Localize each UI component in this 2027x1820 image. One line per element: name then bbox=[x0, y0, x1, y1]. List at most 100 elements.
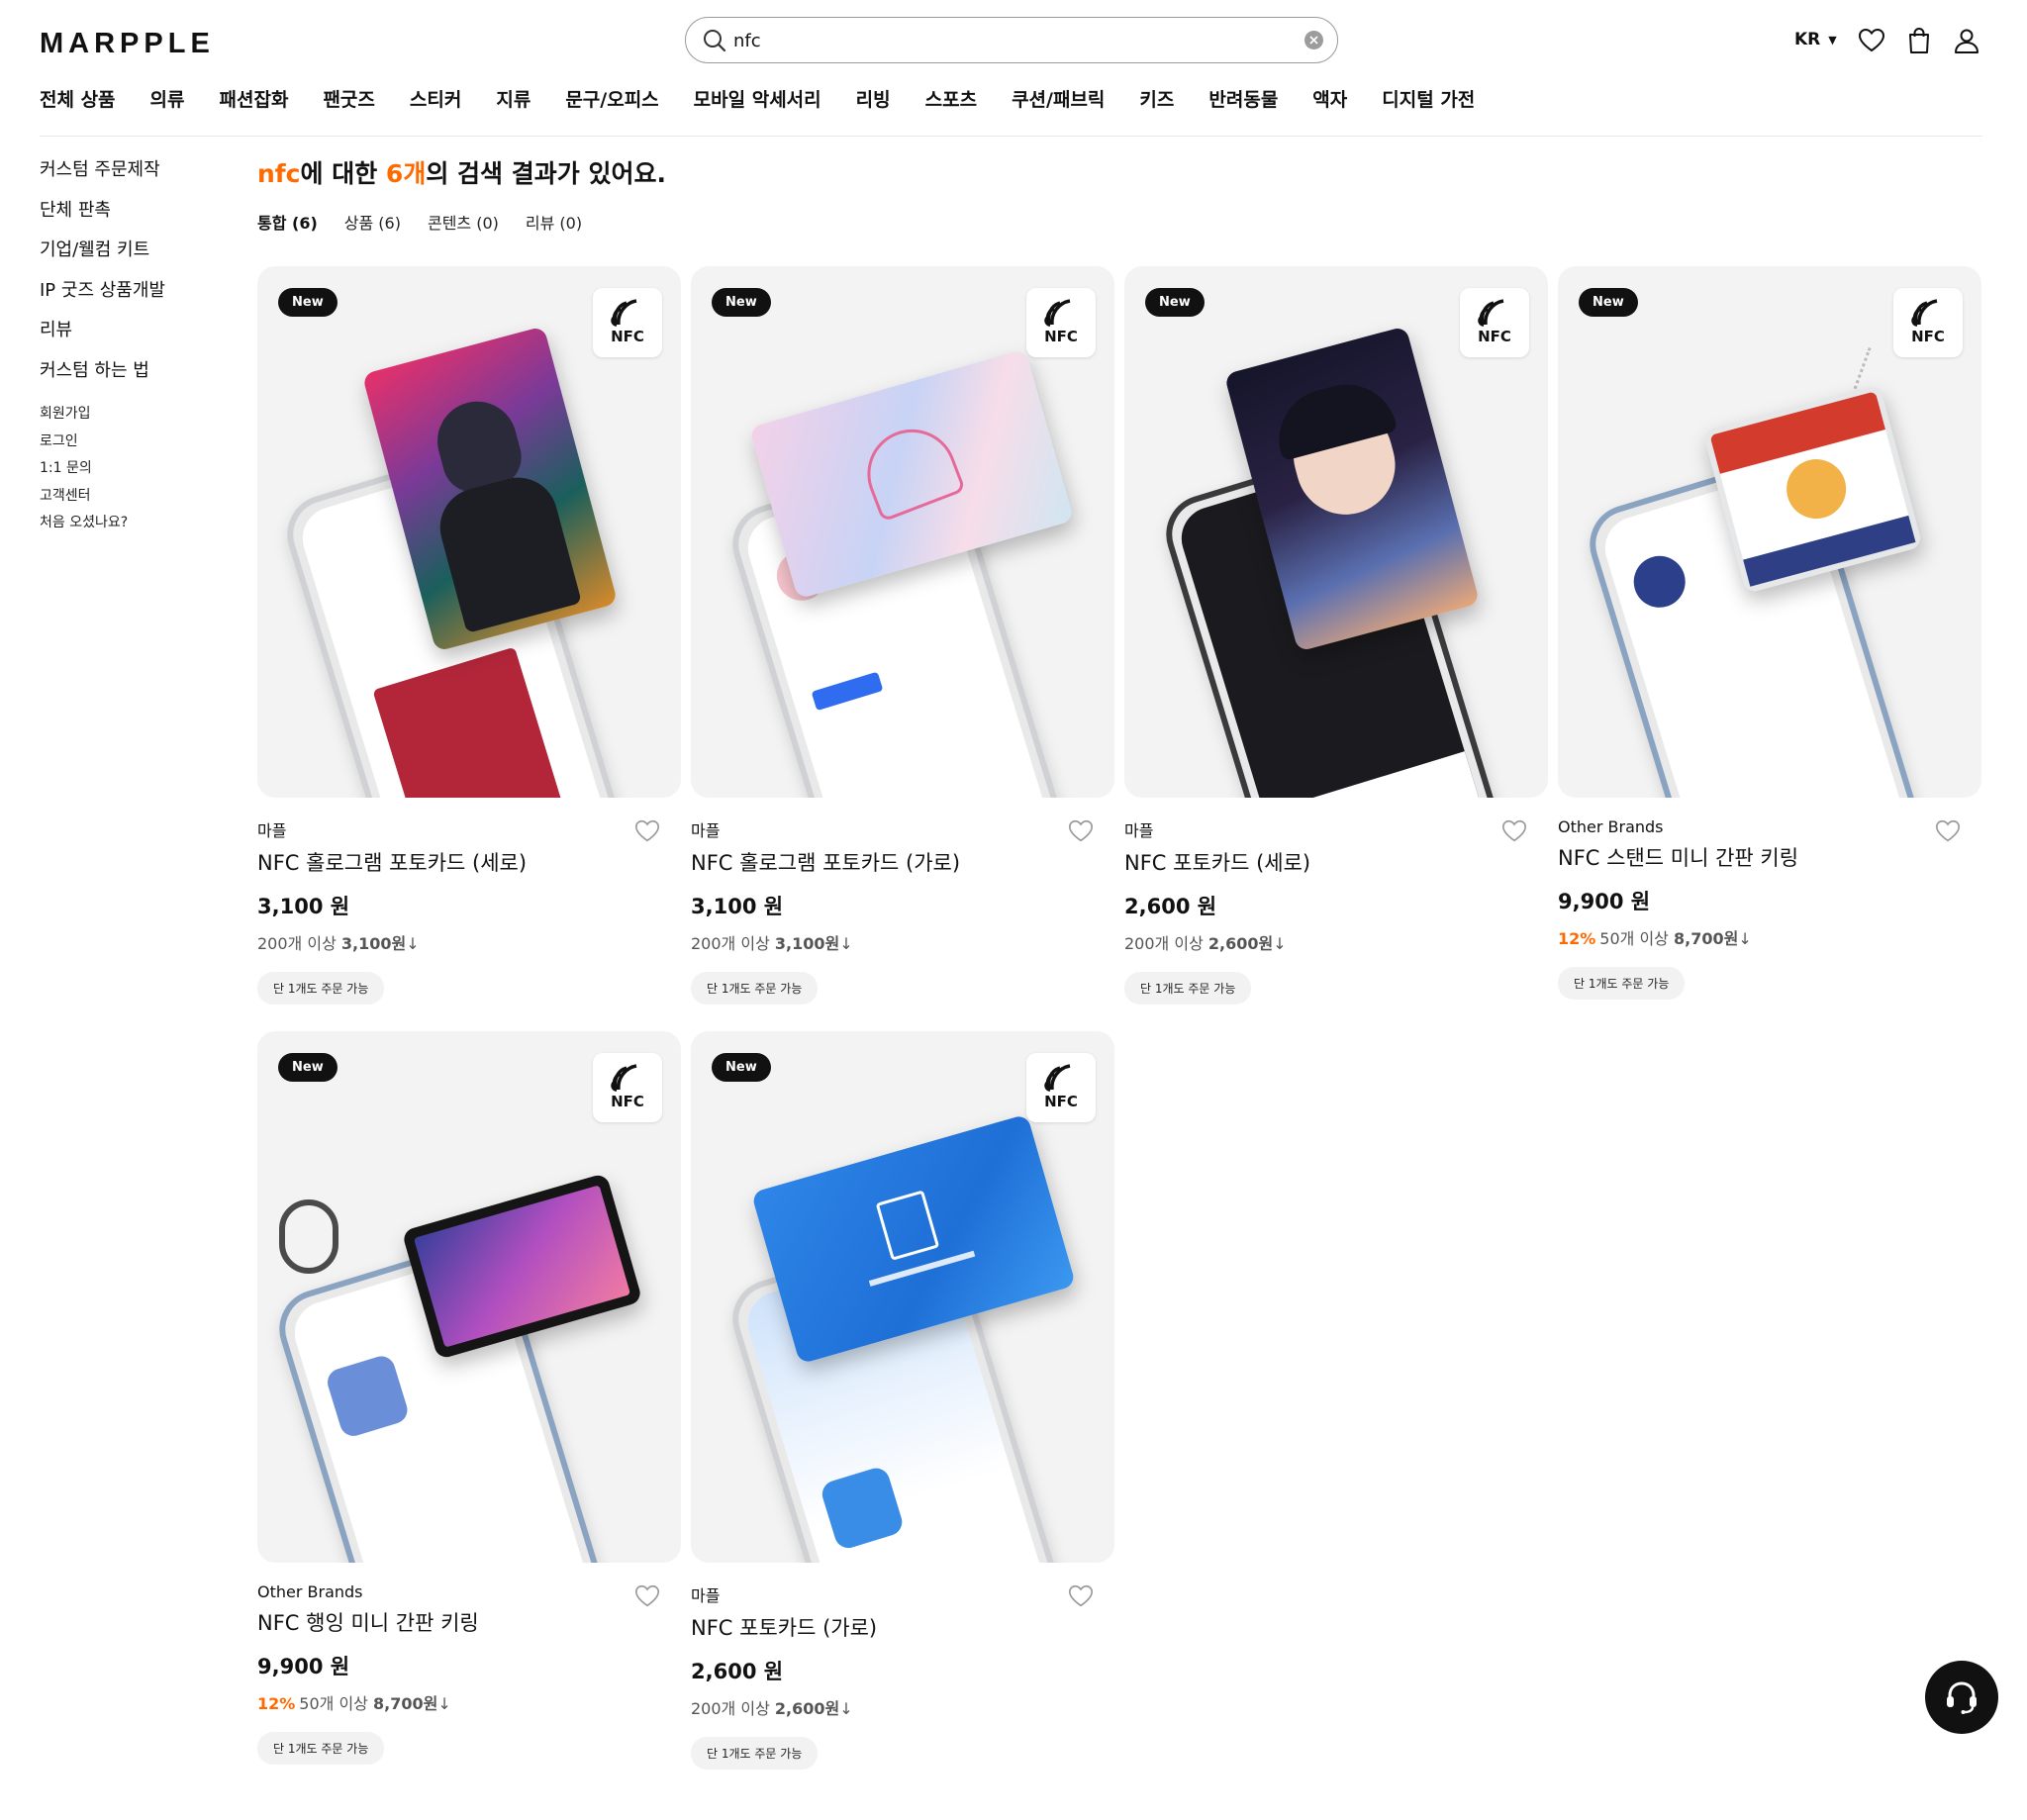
new-badge: New bbox=[278, 288, 338, 317]
sidebar-link-login[interactable]: 로그인 bbox=[40, 431, 128, 459]
arrow-down-icon: ↓ bbox=[437, 1694, 451, 1713]
tab-reviews[interactable]: 리뷰 (0) bbox=[526, 210, 582, 234]
bulk-price: 200개 이상 3,100원↓ bbox=[257, 930, 681, 954]
hanging-keyring bbox=[401, 1172, 643, 1361]
product-name[interactable]: NFC 스탠드 미니 간판 키링 bbox=[1558, 842, 1981, 872]
nav-fan-goods[interactable]: 팬굿즈 bbox=[323, 85, 374, 112]
product-card[interactable]: New NFC Other Brands NFC 스탠드 미니 간판 키링 9,… bbox=[1558, 266, 1981, 1000]
sidebar-link-inquiry[interactable]: 1:1 문의 bbox=[40, 458, 128, 486]
nav-all-products[interactable]: 전체 상품 bbox=[40, 85, 116, 112]
search-input[interactable] bbox=[733, 26, 1268, 55]
product-card[interactable]: New NFC 마플 NFC 포토카드 (가로) 2,600 원 200개 이상… bbox=[691, 1031, 1114, 1770]
search-bar[interactable] bbox=[685, 17, 1338, 63]
product-name[interactable]: NFC 포토카드 (세로) bbox=[1124, 847, 1548, 877]
nav-stationery-office[interactable]: 문구/오피스 bbox=[565, 85, 658, 112]
bulk-price: 12% 50개 이상 8,700원↓ bbox=[1558, 925, 1981, 949]
sidebar-item-group-promotion[interactable]: 단체 판촉 bbox=[40, 197, 165, 238]
sidebar-main: 커스텀 주문제작 단체 판촉 기업/웰컴 키트 IP 굿즈 상품개발 리뷰 커스… bbox=[40, 156, 165, 397]
tab-products[interactable]: 상품 (6) bbox=[344, 210, 401, 234]
arrow-down-icon: ↓ bbox=[406, 934, 420, 953]
bulk-unit-price: 8,700원 bbox=[373, 1694, 438, 1713]
min-order-chip: 단 1개도 주문 가능 bbox=[1558, 967, 1686, 1000]
wishlist-heart-icon[interactable] bbox=[1500, 817, 1528, 845]
heart-icon[interactable] bbox=[1857, 26, 1886, 55]
nav-fashion-accessories[interactable]: 패션잡화 bbox=[220, 85, 289, 112]
wishlist-heart-icon[interactable] bbox=[633, 817, 661, 845]
nav-cushion-fabric[interactable]: 쿠션/패브릭 bbox=[1012, 85, 1105, 112]
product-image[interactable]: New NFC bbox=[257, 1031, 681, 1563]
nfc-icon bbox=[1478, 299, 1504, 327]
sidebar-item-reviews[interactable]: 리뷰 bbox=[40, 317, 165, 357]
search-icon bbox=[704, 30, 726, 52]
tab-all[interactable]: 통합 (6) bbox=[257, 210, 318, 234]
cart-icon[interactable] bbox=[1904, 26, 1934, 55]
nfc-label: NFC bbox=[1044, 1093, 1078, 1110]
bulk-price: 200개 이상 2,600원↓ bbox=[1124, 930, 1548, 954]
min-order-chip: 단 1개도 주문 가능 bbox=[257, 972, 385, 1005]
bulk-condition: 200개 이상 bbox=[257, 934, 341, 953]
wishlist-heart-icon[interactable] bbox=[1067, 1582, 1095, 1610]
wishlist-heart-icon[interactable] bbox=[1067, 817, 1095, 845]
product-name[interactable]: NFC 홀로그램 포토카드 (세로) bbox=[257, 847, 681, 877]
category-nav: 전체 상품 의류 패션잡화 팬굿즈 스티커 지류 문구/오피스 모바일 악세서리… bbox=[40, 85, 1509, 112]
results-text-1: 에 대한 bbox=[300, 159, 386, 188]
logo[interactable]: MARPPLE bbox=[40, 28, 215, 60]
result-tabs: 통합 (6) 상품 (6) 콘텐츠 (0) 리뷰 (0) bbox=[257, 210, 609, 234]
sidebar-link-support[interactable]: 고객센터 bbox=[40, 486, 128, 514]
bulk-condition: 50개 이상 bbox=[299, 1694, 373, 1713]
wishlist-heart-icon[interactable] bbox=[633, 1582, 661, 1610]
new-badge: New bbox=[1145, 288, 1205, 317]
product-image[interactable]: New NFC bbox=[691, 266, 1114, 798]
nav-frames[interactable]: 액자 bbox=[1312, 85, 1347, 112]
nfc-icon bbox=[611, 1064, 637, 1092]
wishlist-heart-icon[interactable] bbox=[1934, 817, 1962, 845]
product-brand: Other Brands bbox=[257, 1582, 363, 1601]
product-card[interactable]: New NFC 마플 NFC 홀로그램 포토카드 (가로) 3,100 원 20… bbox=[691, 266, 1114, 1005]
product-image[interactable]: New NFC bbox=[1124, 266, 1548, 798]
product-price: 3,100 원 bbox=[691, 895, 784, 918]
product-image[interactable]: New NFC bbox=[1558, 266, 1981, 798]
sidebar-item-how-to[interactable]: 커스텀 하는 법 bbox=[40, 357, 165, 398]
nav-digital-appliances[interactable]: 디지털 가전 bbox=[1382, 85, 1475, 112]
clear-icon[interactable] bbox=[1304, 31, 1323, 49]
min-order-chip: 단 1개도 주문 가능 bbox=[1124, 972, 1252, 1005]
new-badge: New bbox=[278, 1053, 338, 1082]
nav-clothing[interactable]: 의류 bbox=[150, 85, 185, 112]
product-card[interactable]: New NFC Other Brands NFC 행잉 미니 간판 키링 9,9… bbox=[257, 1031, 681, 1765]
keyring-hook bbox=[279, 1199, 338, 1274]
nav-pets[interactable]: 반려동물 bbox=[1208, 85, 1278, 112]
nav-mobile-accessories[interactable]: 모바일 악세서리 bbox=[694, 85, 821, 112]
product-price: 9,900 원 bbox=[1558, 890, 1651, 913]
nav-paper[interactable]: 지류 bbox=[496, 85, 531, 112]
sidebar-link-signup[interactable]: 회원가입 bbox=[40, 404, 128, 431]
arrow-down-icon: ↓ bbox=[1273, 934, 1287, 953]
new-badge: New bbox=[712, 288, 771, 317]
product-name[interactable]: NFC 포토카드 (가로) bbox=[691, 1612, 1114, 1642]
sidebar-link-first-visit[interactable]: 처음 오셨나요? bbox=[40, 513, 128, 540]
user-icon[interactable] bbox=[1952, 26, 1981, 55]
product-image[interactable]: New NFC bbox=[691, 1031, 1114, 1563]
product-name[interactable]: NFC 홀로그램 포토카드 (가로) bbox=[691, 847, 1114, 877]
sidebar-item-custom-order[interactable]: 커스텀 주문제작 bbox=[40, 156, 165, 197]
customer-support-button[interactable] bbox=[1925, 1661, 1998, 1734]
sidebar-item-ip-goods[interactable]: IP 굿즈 상품개발 bbox=[40, 277, 165, 318]
language-selector[interactable]: KR ▼ bbox=[1794, 30, 1837, 49]
bulk-price: 200개 이상 3,100원↓ bbox=[691, 930, 1114, 954]
nav-stickers[interactable]: 스티커 bbox=[410, 85, 461, 112]
arrow-down-icon: ↓ bbox=[839, 934, 853, 953]
bulk-condition: 200개 이상 bbox=[1124, 934, 1208, 953]
results-heading: nfc에 대한 6개의 검색 결과가 있어요. bbox=[257, 154, 666, 190]
caret-down-icon: ▼ bbox=[1828, 33, 1837, 47]
nav-kids[interactable]: 키즈 bbox=[1139, 85, 1174, 112]
min-order-chip: 단 1개도 주문 가능 bbox=[691, 1737, 819, 1770]
nav-living[interactable]: 리빙 bbox=[856, 85, 891, 112]
nav-sports[interactable]: 스포츠 bbox=[925, 85, 977, 112]
product-image[interactable]: New NFC bbox=[257, 266, 681, 798]
tab-contents[interactable]: 콘텐츠 (0) bbox=[428, 210, 499, 234]
product-name[interactable]: NFC 행잉 미니 간판 키링 bbox=[257, 1607, 681, 1637]
sidebar-item-corporate-kit[interactable]: 기업/웰컴 키트 bbox=[40, 237, 165, 277]
product-card[interactable]: New NFC 마플 NFC 포토카드 (세로) 2,600 원 200개 이상… bbox=[1124, 266, 1548, 1005]
nfc-badge: NFC bbox=[1026, 288, 1096, 357]
bulk-unit-price: 2,600원 bbox=[774, 1699, 840, 1718]
product-card[interactable]: New NFC 마플 NFC 홀로그램 포토카드 (세로) 3,100 원 20… bbox=[257, 266, 681, 1005]
